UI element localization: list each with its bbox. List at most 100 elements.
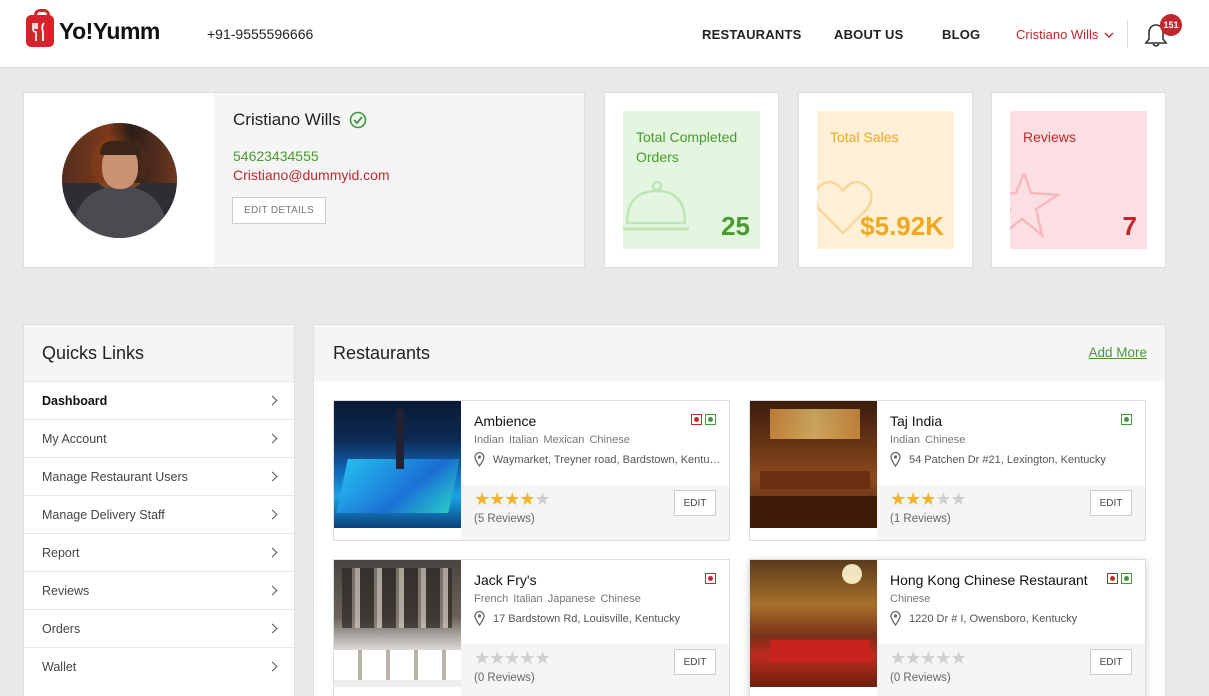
edit-restaurant-button[interactable]: EDIT [674, 649, 716, 675]
stat-sales-value: $5.92K [860, 211, 944, 241]
brand-name: Yo!Yumm [59, 17, 160, 44]
chevron-right-icon [267, 547, 278, 558]
restaurant-image [750, 560, 877, 687]
food-type-indicators [1121, 414, 1132, 425]
restaurant-image [334, 560, 461, 687]
restaurant-name[interactable]: Jack Fry's [474, 572, 537, 588]
user-menu-name: Cristiano Wills [1016, 27, 1099, 42]
stat-card-orders-inner: Total Completed Orders 25 [623, 111, 760, 249]
restaurant-card[interactable]: Ambience Indian Italian Mexican Chinese … [333, 400, 730, 541]
nonveg-icon [1107, 573, 1118, 584]
nonveg-icon [691, 414, 702, 425]
quick-link-label: Report [42, 545, 80, 560]
restaurant-address-text: 17 Bardstown Rd, Louisville, Kentucky [493, 612, 681, 625]
brand-logo[interactable]: Yo!Yumm [26, 9, 160, 47]
restaurant-name[interactable]: Hong Kong Chinese Restaurant [890, 572, 1088, 588]
stat-card-reviews-inner: Reviews 7 [1010, 111, 1147, 249]
quick-links-title: Quicks Links [24, 325, 294, 381]
restaurant-footer: ★★★★★ (5 Reviews) EDIT [461, 485, 729, 540]
food-type-indicators [1107, 573, 1132, 584]
restaurant-address: Waymarket, Treyner road, Bardstown, Kent… [474, 452, 722, 467]
restaurant-cuisine: Indian Chinese [890, 434, 966, 446]
edit-restaurant-button[interactable]: EDIT [674, 490, 716, 516]
rating-stars: ★★★★★ [890, 648, 967, 668]
quick-link-report[interactable]: Report [24, 533, 294, 571]
chevron-right-icon [267, 585, 278, 596]
rating-stars: ★★★★★ [474, 648, 551, 668]
veg-icon [1121, 414, 1132, 425]
restaurant-image [334, 401, 461, 528]
rating-stars: ★★★★★ [890, 489, 967, 509]
stat-card-reviews: Reviews 7 [991, 92, 1166, 268]
quick-link-orders[interactable]: Orders [24, 609, 294, 647]
map-pin-icon [474, 452, 485, 467]
restaurant-card[interactable]: Hong Kong Chinese Restaurant Chinese 122… [749, 559, 1146, 696]
quick-links-panel: Quicks Links Dashboard My Account Manage… [23, 324, 295, 696]
add-more-link[interactable]: Add More [1088, 345, 1147, 360]
star-icon [1010, 173, 1062, 239]
profile-name: Cristiano Wills [233, 110, 367, 130]
logo-bag-icon [26, 9, 54, 47]
restaurant-cuisine: Indian Italian Mexican Chinese [474, 434, 630, 446]
restaurant-info: Jack Fry's French Italian Japanese Chine… [461, 560, 729, 696]
nav-restaurants[interactable]: RESTAURANTS [702, 27, 801, 42]
notification-count-badge: 151 [1160, 14, 1182, 36]
profile-phone: 54623434555 [233, 148, 319, 164]
profile-name-text: Cristiano Wills [233, 110, 341, 129]
quick-link-wallet[interactable]: Wallet [24, 647, 294, 685]
chevron-right-icon [267, 395, 278, 406]
quick-link-dashboard[interactable]: Dashboard [24, 381, 294, 419]
food-type-indicators [705, 573, 716, 584]
quick-link-label: My Account [42, 431, 107, 446]
restaurant-cuisine: French Italian Japanese Chinese [474, 593, 641, 605]
chevron-right-icon [267, 623, 278, 634]
stat-card-sales-inner: Total Sales $5.92K [817, 111, 954, 249]
restaurant-card[interactable]: Taj India Indian Chinese 54 Patchen Dr #… [749, 400, 1146, 541]
user-menu[interactable]: Cristiano Wills [1016, 27, 1114, 42]
map-pin-icon [890, 611, 901, 626]
restaurant-footer: ★★★★★ (1 Reviews) EDIT [877, 485, 1145, 540]
restaurant-info: Taj India Indian Chinese 54 Patchen Dr #… [877, 401, 1145, 540]
restaurant-card[interactable]: Jack Fry's French Italian Japanese Chine… [333, 559, 730, 696]
verified-check-icon [349, 111, 366, 129]
stat-reviews-value: 7 [1122, 211, 1137, 241]
quick-link-label: Wallet [42, 659, 77, 674]
quick-link-reviews[interactable]: Reviews [24, 571, 294, 609]
restaurant-address-text: 1220 Dr # I, Owensboro, Kentucky [909, 612, 1078, 625]
quick-link-label: Manage Restaurant Users [42, 469, 188, 484]
edit-restaurant-button[interactable]: EDIT [1090, 649, 1132, 675]
stat-orders-value: 25 [721, 211, 750, 241]
quick-link-my-account[interactable]: My Account [24, 419, 294, 457]
nonveg-icon [705, 573, 716, 584]
quick-link-manage-restaurant-users[interactable]: Manage Restaurant Users [24, 457, 294, 495]
quick-link-label: Orders [42, 621, 81, 636]
review-count[interactable]: (1 Reviews) [890, 513, 951, 525]
avatar [62, 123, 177, 238]
map-pin-icon [474, 611, 485, 626]
profile-email[interactable]: Cristiano@dummyid.com [233, 167, 390, 183]
review-count[interactable]: (0 Reviews) [474, 672, 535, 684]
header-phone: +91-9555596666 [207, 26, 314, 42]
restaurant-name[interactable]: Ambience [474, 413, 536, 429]
review-count[interactable]: (0 Reviews) [890, 672, 951, 684]
top-header: Yo!Yumm +91-9555596666 RESTAURANTS ABOUT… [0, 0, 1209, 68]
restaurant-name[interactable]: Taj India [890, 413, 942, 429]
review-count[interactable]: (5 Reviews) [474, 513, 535, 525]
quick-link-label: Reviews [42, 583, 90, 598]
profile-avatar-area [24, 93, 214, 267]
food-type-indicators [691, 414, 716, 425]
edit-restaurant-button[interactable]: EDIT [1090, 490, 1132, 516]
stat-sales-label: Total Sales [830, 129, 899, 145]
quick-link-manage-delivery-staff[interactable]: Manage Delivery Staff [24, 495, 294, 533]
chevron-right-icon [267, 509, 278, 520]
edit-details-button[interactable]: EDIT DETAILS [232, 197, 326, 224]
stat-card-sales: Total Sales $5.92K [798, 92, 973, 268]
nav-blog[interactable]: BLOG [942, 27, 980, 42]
chevron-right-icon [267, 471, 278, 482]
nav-about-us[interactable]: ABOUT US [834, 27, 904, 42]
quick-link-label: Manage Delivery Staff [42, 507, 165, 522]
restaurants-title: Restaurants [333, 343, 431, 363]
restaurant-address: 1220 Dr # I, Owensboro, Kentucky [890, 611, 1138, 626]
restaurant-info: Ambience Indian Italian Mexican Chinese … [461, 401, 729, 540]
stat-orders-label: Total Completed Orders [636, 129, 738, 165]
